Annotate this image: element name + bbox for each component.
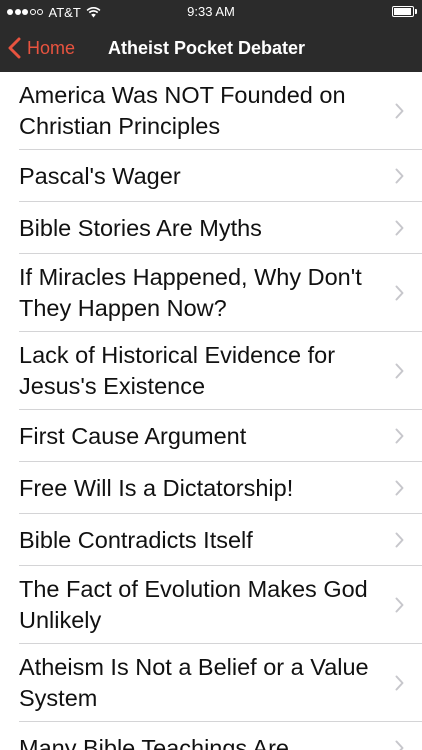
chevron-right-icon bbox=[395, 675, 404, 691]
list-item-label: Bible Stories Are Myths bbox=[19, 214, 262, 241]
status-bar: AT&T 9:33 AM bbox=[0, 0, 422, 24]
list-item-label: The Fact of Evolution Makes God Unlikely bbox=[19, 576, 368, 633]
battery-fill bbox=[394, 8, 411, 15]
navigation-bar: Home Atheist Pocket Debater bbox=[0, 24, 422, 72]
back-label: Home bbox=[27, 37, 76, 58]
list-item-label: Atheism Is Not a Belief or a Value Syste… bbox=[19, 654, 369, 711]
chevron-right-icon bbox=[395, 168, 404, 184]
chevron-right-icon bbox=[395, 220, 404, 236]
battery-icon bbox=[392, 6, 414, 17]
back-button[interactable]: Home bbox=[8, 24, 75, 72]
topic-list[interactable]: America Was NOT Founded on Christian Pri… bbox=[0, 72, 422, 750]
list-item[interactable]: Lack of Historical Evidence for Jesus's … bbox=[0, 332, 422, 410]
list-item[interactable]: First Cause Argument bbox=[0, 410, 422, 462]
list-item-label: Pascal's Wager bbox=[19, 162, 181, 189]
chevron-right-icon bbox=[395, 428, 404, 444]
chevron-left-icon bbox=[8, 37, 21, 59]
list-item-label: Bible Contradicts Itself bbox=[19, 526, 253, 553]
status-time: 9:33 AM bbox=[187, 4, 235, 19]
list-item[interactable]: Atheism Is Not a Belief or a Value Syste… bbox=[0, 644, 422, 722]
chevron-right-icon bbox=[395, 480, 404, 496]
list-item[interactable]: Many Bible Teachings Are bbox=[0, 722, 422, 750]
list-item-label: Lack of Historical Evidence for Jesus's … bbox=[19, 342, 336, 399]
app-screen: AT&T 9:33 AM Home Atheist Pocket Debater… bbox=[0, 0, 422, 750]
chevron-right-icon bbox=[395, 285, 404, 301]
list-item[interactable]: Bible Stories Are Myths bbox=[0, 202, 422, 254]
page-title: Atheist Pocket Debater bbox=[108, 38, 306, 58]
list-item[interactable]: America Was NOT Founded on Christian Pri… bbox=[0, 72, 422, 150]
chevron-right-icon bbox=[395, 103, 404, 119]
list-item-label: Many Bible Teachings Are bbox=[19, 734, 289, 750]
chevron-right-icon bbox=[395, 740, 404, 750]
list-item[interactable]: Bible Contradicts Itself bbox=[0, 514, 422, 566]
list-item-label: If Miracles Happened, Why Don't They Hap… bbox=[19, 264, 362, 321]
list-item[interactable]: If Miracles Happened, Why Don't They Hap… bbox=[0, 254, 422, 332]
battery-tip bbox=[415, 9, 417, 14]
list-item[interactable]: Free Will Is a Dictatorship! bbox=[0, 462, 422, 514]
list-item[interactable]: The Fact of Evolution Makes God Unlikely bbox=[0, 566, 422, 644]
chevron-right-icon bbox=[395, 532, 404, 548]
list-item-label: America Was NOT Founded on Christian Pri… bbox=[19, 82, 346, 139]
chevron-right-icon bbox=[395, 597, 404, 613]
list-item[interactable]: Pascal's Wager bbox=[0, 150, 422, 202]
chevron-right-icon bbox=[395, 363, 404, 379]
list-item-label: Free Will Is a Dictatorship! bbox=[19, 474, 294, 501]
list-item-label: First Cause Argument bbox=[19, 422, 247, 449]
